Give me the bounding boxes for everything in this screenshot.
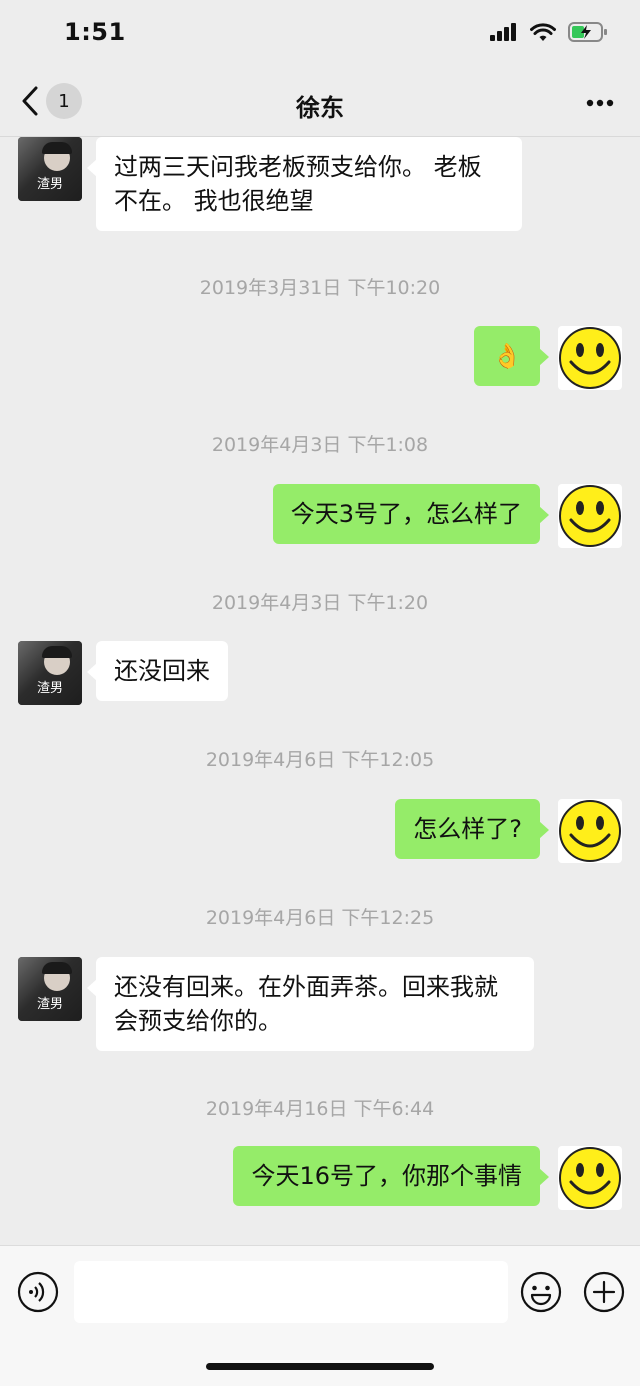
sent-message[interactable]: 怎么样了? [395,799,549,859]
self-avatar[interactable] [558,799,622,863]
smiley-avatar-icon [559,327,621,389]
sent-message[interactable]: 今天3号了，怎么样了 [272,484,550,544]
sent-message[interactable]: 今天16号了，你那个事情 [233,1146,549,1206]
status-bar: 1:51 [0,0,640,70]
timestamp: 2019年3月31日 下午10:20 [199,277,441,299]
plus-icon [583,1271,625,1313]
sent-message[interactable]: 👌 [474,326,549,386]
more-functions-button[interactable] [583,1271,625,1317]
avatar-label: 渣男 [36,681,63,696]
received-message[interactable]: 过两三天问我老板预支给你。 老板不在。 我也很绝望 [87,137,522,231]
message-input[interactable] [74,1261,508,1323]
chat-header: 1 徐东 [0,70,640,137]
signal-icon [490,23,516,41]
emoji-button[interactable] [520,1271,562,1317]
message-list[interactable]: 渣男 过两三天问我老板预支给你。 老板不在。 我也很绝望 2019年3月31日 … [0,137,640,1245]
avatar-label: 渣男 [36,177,63,192]
home-indicator [206,1363,434,1370]
wifi-icon [530,22,556,41]
timestamp: 2019年4月3日 下午1:08 [211,434,429,456]
contact-avatar[interactable]: 渣男 [18,137,82,201]
timestamp: 2019年4月3日 下午1:20 [211,592,429,614]
smiley-avatar-icon [559,1147,621,1209]
self-avatar[interactable] [558,326,622,390]
voice-button[interactable] [17,1271,59,1317]
received-message[interactable]: 还没回来 [87,641,228,701]
emoji-icon [520,1271,562,1313]
self-avatar[interactable] [558,1146,622,1210]
status-time: 1:51 [64,18,126,46]
more-button[interactable] [586,92,614,111]
input-bar [0,1245,640,1386]
self-avatar[interactable] [558,484,622,548]
avatar-label: 渣男 [36,997,63,1012]
smiley-avatar-icon [559,485,621,547]
more-icon [586,99,614,107]
received-message[interactable]: 还没有回来。在外面弄茶。回来我就会预支给你的。 [87,957,534,1051]
timestamp: 2019年4月16日 下午6:44 [205,1098,435,1120]
smiley-avatar-icon [559,800,621,862]
voice-icon [17,1271,59,1313]
contact-avatar[interactable]: 渣男 [18,641,82,705]
contact-name: 徐东 [296,94,344,122]
timestamp: 2019年4月6日 下午12:25 [205,907,435,929]
status-icons [490,22,608,42]
timestamp: 2019年4月6日 下午12:05 [205,749,435,771]
contact-avatar[interactable]: 渣男 [18,957,82,1021]
battery-charging-icon [568,22,607,42]
